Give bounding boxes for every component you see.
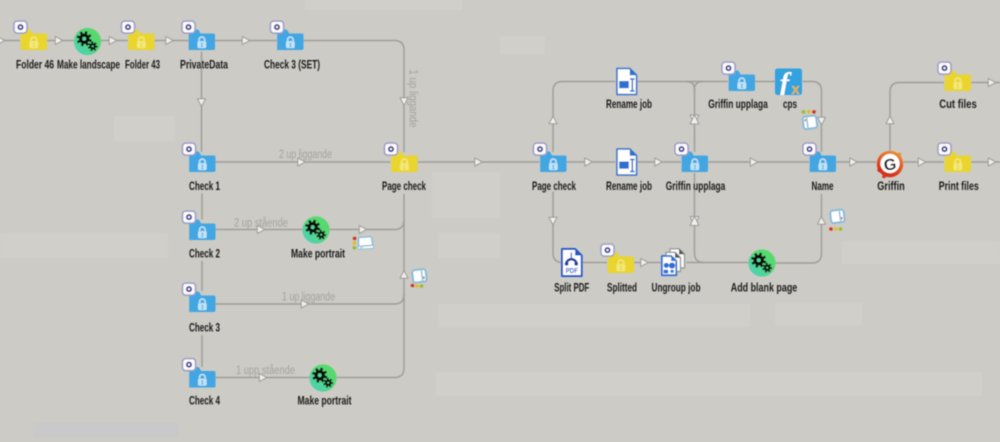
svg-text:Ungroup job: Ungroup job [652, 283, 701, 295]
svg-text:Print files: Print files [939, 181, 979, 193]
svg-text:Check 1: Check 1 [189, 181, 220, 193]
svg-text:Make portrait: Make portrait [298, 396, 352, 408]
svg-text:2 up stående: 2 up stående [234, 218, 288, 230]
svg-text:cps: cps [783, 99, 797, 111]
svg-text:Rename job: Rename job [606, 99, 652, 111]
svg-text:Page check: Page check [532, 181, 576, 193]
svg-text:x: x [791, 81, 800, 98]
svg-text:Griffin: Griffin [877, 181, 905, 193]
svg-text:Name: Name [812, 181, 834, 193]
svg-text:Check 3 (SET): Check 3 (SET) [264, 60, 320, 72]
svg-text:Check 4: Check 4 [189, 396, 220, 408]
svg-text:Splitted: Splitted [607, 283, 637, 295]
svg-text:Folder 43: Folder 43 [125, 60, 160, 72]
svg-text:1 upp stående: 1 upp stående [236, 365, 295, 377]
svg-text:Folder 46: Folder 46 [16, 60, 54, 72]
svg-text:Griffin upplaga: Griffin upplaga [666, 181, 726, 193]
svg-text:1 up liggande: 1 up liggande [407, 70, 419, 128]
svg-text:G: G [883, 156, 898, 175]
svg-text:Add blank page: Add blank page [731, 283, 798, 295]
svg-text:Make landscape: Make landscape [57, 60, 120, 72]
svg-text:Page check: Page check [382, 181, 426, 193]
svg-text:Rename job: Rename job [606, 181, 652, 193]
svg-text:Check 2: Check 2 [189, 249, 220, 261]
svg-text:Split PDF: Split PDF [554, 283, 589, 295]
svg-text:Make portrait: Make portrait [291, 249, 345, 261]
svg-text:Cut files: Cut files [939, 99, 977, 111]
svg-text:Check 3: Check 3 [189, 323, 220, 335]
svg-text:1 up liggande: 1 up liggande [282, 292, 335, 304]
svg-text:PrivateData: PrivateData [180, 60, 228, 72]
svg-text:2 up liggande: 2 up liggande [279, 149, 332, 161]
svg-text:Griffin upplaga: Griffin upplaga [708, 99, 768, 111]
